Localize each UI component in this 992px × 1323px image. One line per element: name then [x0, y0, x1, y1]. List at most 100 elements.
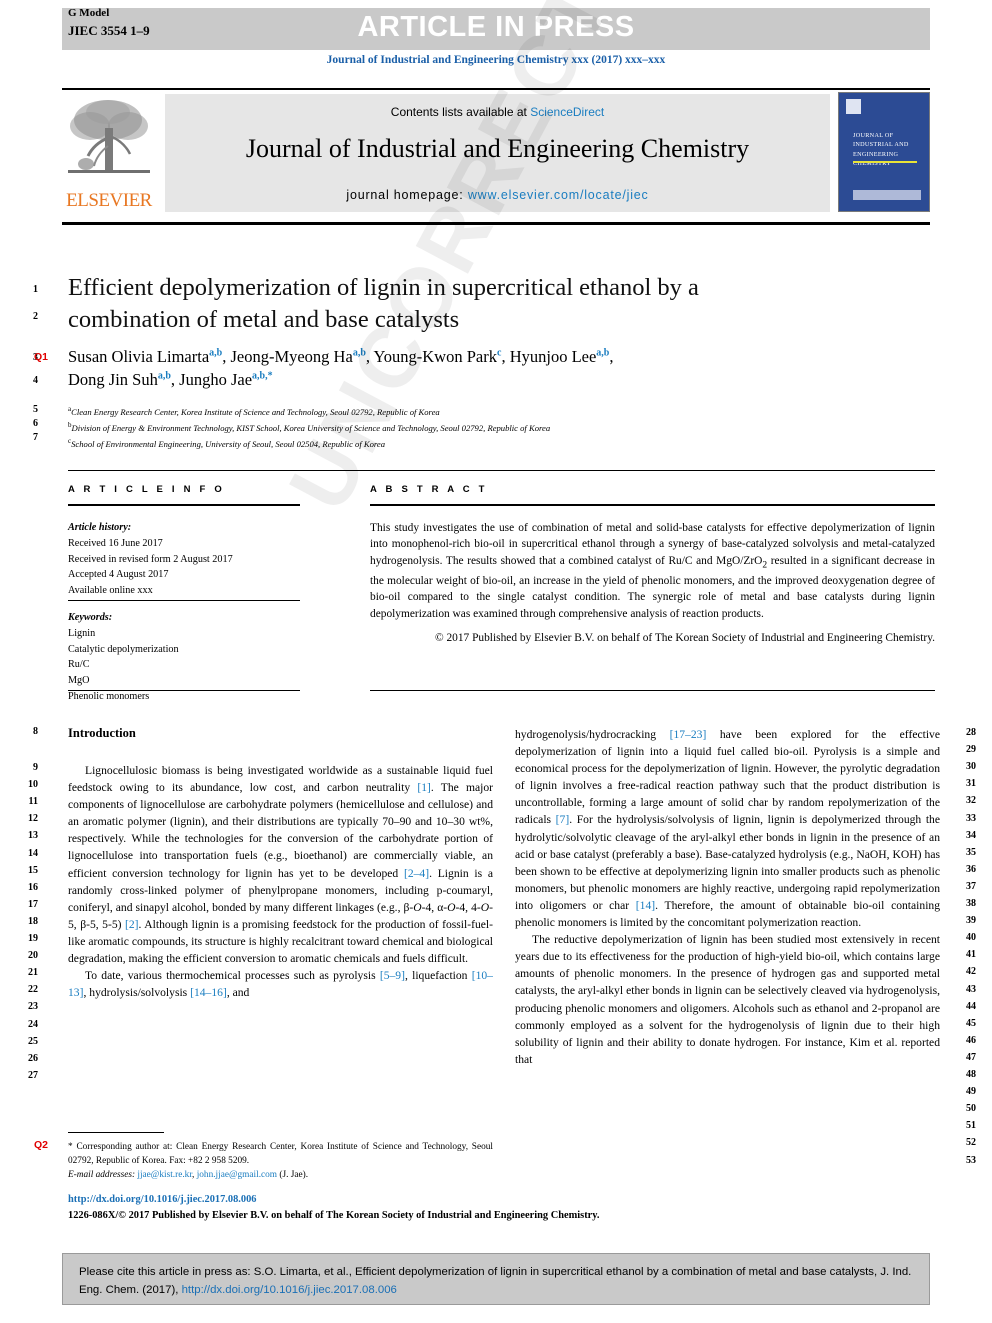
line-number: 27: [28, 1069, 38, 1081]
line-number: 33: [966, 812, 976, 824]
article-history-block: Article history: Received 16 June 2017 R…: [68, 520, 300, 599]
line-number: 21: [28, 967, 38, 979]
info-rule-top: [68, 504, 300, 506]
abstract-rule-bottom: [370, 690, 935, 691]
author-line-2: Dong Jin Suha,b, Jungho Jaea,b,*: [68, 370, 273, 390]
line-number: 26: [28, 1052, 38, 1064]
line-number: 38: [966, 898, 976, 909]
line-number: 35: [966, 846, 976, 858]
page-title: Efficient depolymerization of lignin in …: [68, 274, 699, 334]
line-number: 53: [966, 1154, 976, 1166]
query-marker-q1[interactable]: Q1: [34, 351, 48, 363]
email-label: E-mail addresses:: [68, 1170, 136, 1181]
affiliation-list: aClean Energy Research Center, Korea Ins…: [68, 404, 868, 451]
line-number: 22: [28, 984, 38, 996]
affiliation-item: cSchool of Environmental Engineering, Un…: [68, 436, 868, 452]
elsevier-tree-icon: [68, 100, 150, 173]
header-divider: [68, 470, 935, 471]
line-number: 20: [28, 950, 38, 962]
article-history-label: Article history:: [68, 522, 132, 533]
cite-text: Please cite this article in press as: S.…: [79, 1264, 917, 1299]
history-item: Received 16 June 2017: [68, 537, 163, 549]
affiliation-text: Clean Energy Research Center, Korea Inst…: [71, 406, 440, 417]
g-model-block: G Model JIEC 3554 1–9: [68, 6, 150, 41]
line-number: 44: [966, 1000, 976, 1012]
keyword-item: Catalytic depolymerization: [68, 643, 179, 655]
line-number: 46: [966, 1034, 976, 1046]
keywords-block: Keywords: Lignin Catalytic depolymerizat…: [68, 610, 300, 705]
journal-homepage-line: journal homepage: www.elsevier.com/locat…: [165, 188, 830, 202]
email-link-2[interactable]: john.jjae@gmail.com: [197, 1170, 277, 1180]
body-column-left: Lignocellulosic biomass is being investi…: [68, 764, 493, 1000]
footnote-text: Corresponding author at: Clean Energy Re…: [68, 1142, 493, 1167]
elsevier-logo: ELSEVIER: [64, 94, 154, 212]
manuscript-id: JIEC 3554 1–9: [68, 22, 150, 38]
line-number: 40: [966, 932, 976, 944]
footnote-marker: *: [68, 1142, 73, 1152]
affiliation-text: Division of Energy & Environment Technol…: [71, 422, 551, 433]
line-number: 18: [28, 915, 38, 927]
keyword-item: MgO: [68, 675, 90, 687]
line-number: 5: [33, 404, 38, 415]
line-number: 48: [966, 1069, 976, 1080]
contents-line: Contents lists available at ScienceDirec…: [165, 105, 830, 119]
line-number: 31: [966, 778, 976, 790]
email-link-1[interactable]: jjae@kist.re.kr: [137, 1170, 192, 1180]
cite-doi-link[interactable]: http://dx.doi.org/10.1016/j.jiec.2017.08…: [182, 1284, 397, 1296]
sciencedirect-link[interactable]: ScienceDirect: [530, 105, 604, 119]
history-item: Accepted 4 August 2017: [68, 569, 169, 581]
cover-accent-rule: [853, 161, 917, 163]
cover-society-mark: [853, 190, 921, 200]
line-number: 24: [28, 1018, 38, 1030]
journal-reference-line: Journal of Industrial and Engineering Ch…: [326, 54, 666, 66]
affiliation-item: aClean Energy Research Center, Korea Ins…: [68, 404, 868, 420]
issn-copyright-line: 1226-086X/© 2017 Published by Elsevier B…: [68, 1209, 600, 1221]
contents-prefix: Contents lists available at: [390, 105, 531, 119]
keyword-item: Phenolic monomers: [68, 691, 150, 703]
abstract-block: This study investigates the use of combi…: [370, 520, 935, 646]
line-number: 42: [966, 966, 976, 978]
line-number: 15: [28, 864, 38, 876]
journal-title: Journal of Industrial and Engineering Ch…: [245, 134, 750, 163]
body-column-right: hydrogenolysis/hydrocracking [17–23] hav…: [515, 728, 941, 1066]
cite-this-article-box: Please cite this article in press as: S.…: [62, 1253, 930, 1305]
line-number: 2: [33, 311, 38, 322]
homepage-url-link[interactable]: www.elsevier.com/locate/jiec: [468, 188, 649, 202]
line-number: 47: [966, 1051, 976, 1063]
cover-badge-icon: [846, 99, 861, 114]
line-number: 39: [966, 915, 976, 927]
line-number: 41: [966, 949, 976, 961]
elsevier-wordmark: ELSEVIER: [66, 190, 152, 211]
line-number: 37: [966, 880, 976, 892]
line-number: 23: [28, 1001, 38, 1013]
doi-link[interactable]: http://dx.doi.org/10.1016/j.jiec.2017.08…: [68, 1192, 668, 1208]
line-number: 51: [966, 1120, 976, 1132]
line-number: 45: [966, 1017, 976, 1029]
doi-block: http://dx.doi.org/10.1016/j.jiec.2017.08…: [68, 1192, 668, 1223]
banner-label: ARTICLE IN PRESS: [357, 11, 635, 43]
line-number: 49: [966, 1086, 976, 1098]
masthead-panel: Contents lists available at ScienceDirec…: [165, 94, 830, 212]
line-number: 6: [33, 418, 38, 429]
abstract-copyright: © 2017 Published by Elsevier B.V. on beh…: [434, 632, 935, 645]
line-number: 1: [33, 284, 38, 295]
abstract-text: This study investigates the use of combi…: [370, 522, 935, 620]
history-item: Received in revised form 2 August 2017: [68, 553, 233, 565]
homepage-label: journal homepage:: [346, 188, 468, 202]
query-marker-q2[interactable]: Q2: [34, 1139, 48, 1151]
email-suffix: (J. Jae).: [279, 1170, 309, 1181]
line-number: 13: [28, 830, 38, 842]
article-in-press-banner: ARTICLE IN PRESS: [62, 8, 930, 50]
line-number: 12: [28, 813, 38, 825]
keyword-item: Ru/C: [68, 659, 90, 671]
line-number: 29: [966, 744, 976, 756]
g-model-label: G Model: [68, 7, 110, 19]
line-number: 14: [28, 847, 38, 859]
line-number: 19: [28, 933, 38, 944]
affiliation-text: School of Environmental Engineering, Uni…: [71, 438, 386, 449]
line-number: 7: [33, 432, 38, 443]
author-line-1: Susan Olivia Limartaa,b, Jeong-Myeong Ha…: [68, 347, 614, 366]
corresponding-author-footnote: * Corresponding author at: Clean Energy …: [68, 1140, 493, 1182]
info-rule-mid: [68, 600, 300, 601]
author-list: Susan Olivia Limartaa,b, Jeong-Myeong Ha…: [68, 345, 868, 392]
